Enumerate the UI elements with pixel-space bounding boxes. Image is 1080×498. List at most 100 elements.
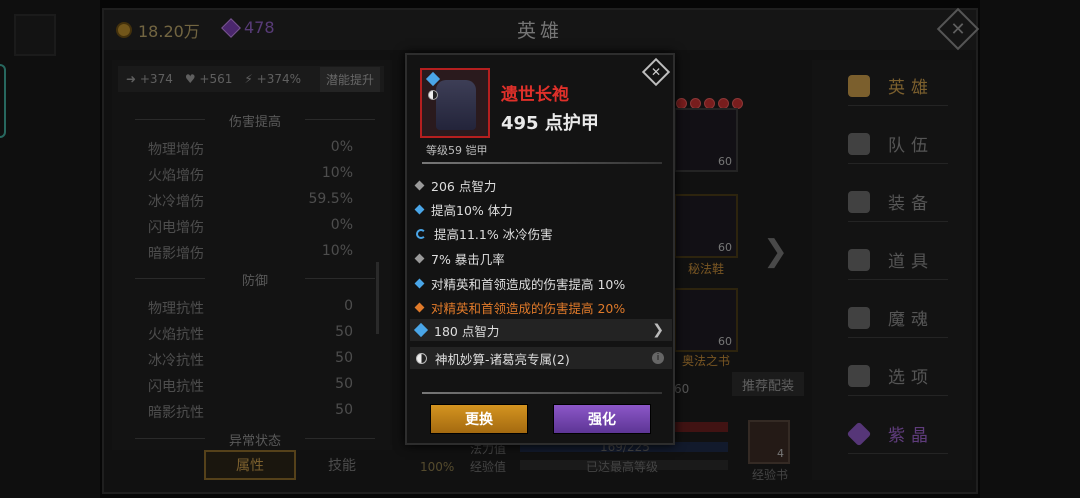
tab-skills[interactable]: 技能 — [296, 450, 388, 480]
equip-slot-weapon[interactable]: 60 — [674, 108, 738, 172]
attr-row: 暗影增伤 10% — [148, 243, 353, 262]
menu-label: 紫晶 — [888, 426, 934, 446]
menu-options[interactable]: 选项 — [848, 356, 948, 396]
bullet-icon — [414, 278, 425, 289]
partial-slot-level: 60 — [674, 382, 690, 396]
gold-coin-icon — [116, 22, 132, 38]
affix-row: 7% 暴击几率 — [414, 249, 505, 268]
affix-row: 206 点智力 — [414, 176, 496, 195]
item-type: 等级59 铠甲 — [426, 144, 488, 157]
flag-icon — [848, 132, 870, 155]
health-stat: ♥ +561 — [184, 72, 233, 86]
yin-yang-icon — [428, 90, 438, 100]
bag-icon — [848, 248, 870, 271]
set-bonus-row[interactable]: 神机妙算-诸葛亮专属(2) i — [410, 347, 672, 369]
divider — [422, 392, 662, 394]
menu-label: 道具 — [888, 252, 934, 272]
attr-row: 物理抗性 0 — [148, 298, 353, 317]
replace-button[interactable]: 更换 — [430, 404, 528, 434]
background-skill-icon — [14, 14, 56, 56]
purple-gem-icon — [221, 17, 241, 38]
item-armor: 495 点护甲 — [501, 113, 599, 134]
menu-label: 装备 — [888, 194, 934, 214]
slot-level: 60 — [718, 335, 732, 348]
bullet-icon — [414, 302, 425, 313]
socket-row[interactable]: 180 点智力 ❯ — [410, 319, 672, 341]
power-stat: ⚡ +374% — [244, 72, 302, 86]
menu-hero[interactable]: 英雄 — [848, 66, 948, 106]
menu-label: 选项 — [888, 368, 934, 388]
divider — [422, 162, 662, 164]
menu-label: 魔魂 — [888, 310, 934, 330]
scrollbar[interactable] — [376, 262, 379, 334]
damage-stat-value: +374 — [139, 72, 173, 86]
defense-section-title: 防御 — [135, 270, 375, 289]
gear-icon — [848, 364, 870, 387]
helmet-icon — [848, 190, 870, 213]
damage-section-title: 伤害提高 — [135, 111, 375, 130]
exp-book-count: 4 — [777, 447, 784, 460]
menu-label: 队伍 — [888, 136, 934, 156]
info-icon[interactable]: i — [652, 352, 664, 364]
exp-book-icon[interactable]: 4 — [748, 420, 790, 464]
tab-attributes[interactable]: 属性 — [204, 450, 296, 480]
page-title: 英雄 — [516, 20, 563, 42]
book-name: 奥法之书 — [682, 354, 731, 368]
menu-amethyst[interactable]: 紫晶 — [846, 414, 948, 454]
background-left — [0, 0, 100, 498]
affix-row: 提高10% 体力 — [414, 200, 513, 219]
menu-label: 英雄 — [888, 78, 934, 98]
flame-icon — [848, 306, 870, 329]
gold-display: 18.20万 — [116, 18, 200, 42]
close-icon: ✕ — [650, 65, 662, 79]
recommend-build-button[interactable]: 推荐配装 — [732, 372, 804, 396]
bullet-icon — [414, 180, 425, 191]
equip-slot-book[interactable]: 60 — [674, 288, 738, 352]
affix-row: 对精英和首领造成的伤害提高 20% — [414, 298, 625, 317]
affix-row: 对精英和首领造成的伤害提高 10% — [414, 274, 625, 293]
gem-display: 478 — [221, 17, 275, 38]
attr-row: 冰冷增伤 59.5% — [148, 191, 353, 210]
attr-row: 火焰增伤 10% — [148, 165, 353, 184]
menu-equipment[interactable]: 装备 — [848, 182, 948, 222]
reroll-icon — [416, 228, 426, 239]
exp-label: 经验值 — [470, 460, 507, 474]
equip-slot-boots[interactable]: 60 — [674, 194, 738, 258]
enhance-button[interactable]: 强化 — [553, 404, 651, 434]
exp-percent: 100% — [420, 460, 455, 474]
power-stat-value: +374% — [256, 72, 302, 86]
attr-row: 暗影抗性 50 — [148, 402, 353, 421]
potential-upgrade-button[interactable]: 潜能提升 — [319, 66, 380, 92]
next-arrow-icon[interactable]: ❯ — [763, 234, 788, 269]
yin-yang-icon — [416, 352, 427, 364]
exp-value: 已达最高等级 — [586, 460, 659, 474]
health-stat-value: +561 — [199, 72, 233, 86]
side-drawer-handle[interactable] — [0, 64, 6, 138]
menu-team[interactable]: 队伍 — [848, 124, 948, 164]
set-text: 神机妙算-诸葛亮专属(2) — [435, 351, 570, 367]
background-right — [980, 0, 1080, 498]
slot-level: 60 — [718, 241, 732, 254]
abnormal-section-title: 异常状态 — [135, 430, 375, 449]
close-icon: ✕ — [950, 18, 966, 40]
hero-icon — [848, 74, 870, 97]
boots-name: 秘法鞋 — [688, 262, 725, 276]
menu-soul[interactable]: 魔魂 — [848, 298, 948, 338]
attr-row: 物理增伤 0% — [148, 139, 353, 158]
attr-row: 冰冷抗性 50 — [148, 350, 353, 369]
attr-row: 闪电增伤 0% — [148, 217, 353, 236]
robe-icon — [436, 80, 476, 130]
menu-items[interactable]: 道具 — [848, 240, 948, 280]
amethyst-icon — [846, 421, 872, 446]
attr-row: 闪电抗性 50 — [148, 376, 353, 395]
item-name: 遗世长袍 — [501, 85, 569, 105]
item-icon — [420, 68, 490, 138]
bullet-icon — [414, 253, 425, 264]
gem-socket-icon — [413, 322, 429, 338]
chevron-right-icon: ❯ — [652, 322, 664, 338]
attr-row: 火焰抗性 50 — [148, 324, 353, 343]
exp-book-label: 经验书 — [752, 468, 789, 482]
gem-amount: 478 — [244, 18, 275, 37]
socket-text: 180 点智力 — [434, 323, 500, 339]
damage-stat: ➜ +374 — [126, 72, 173, 86]
